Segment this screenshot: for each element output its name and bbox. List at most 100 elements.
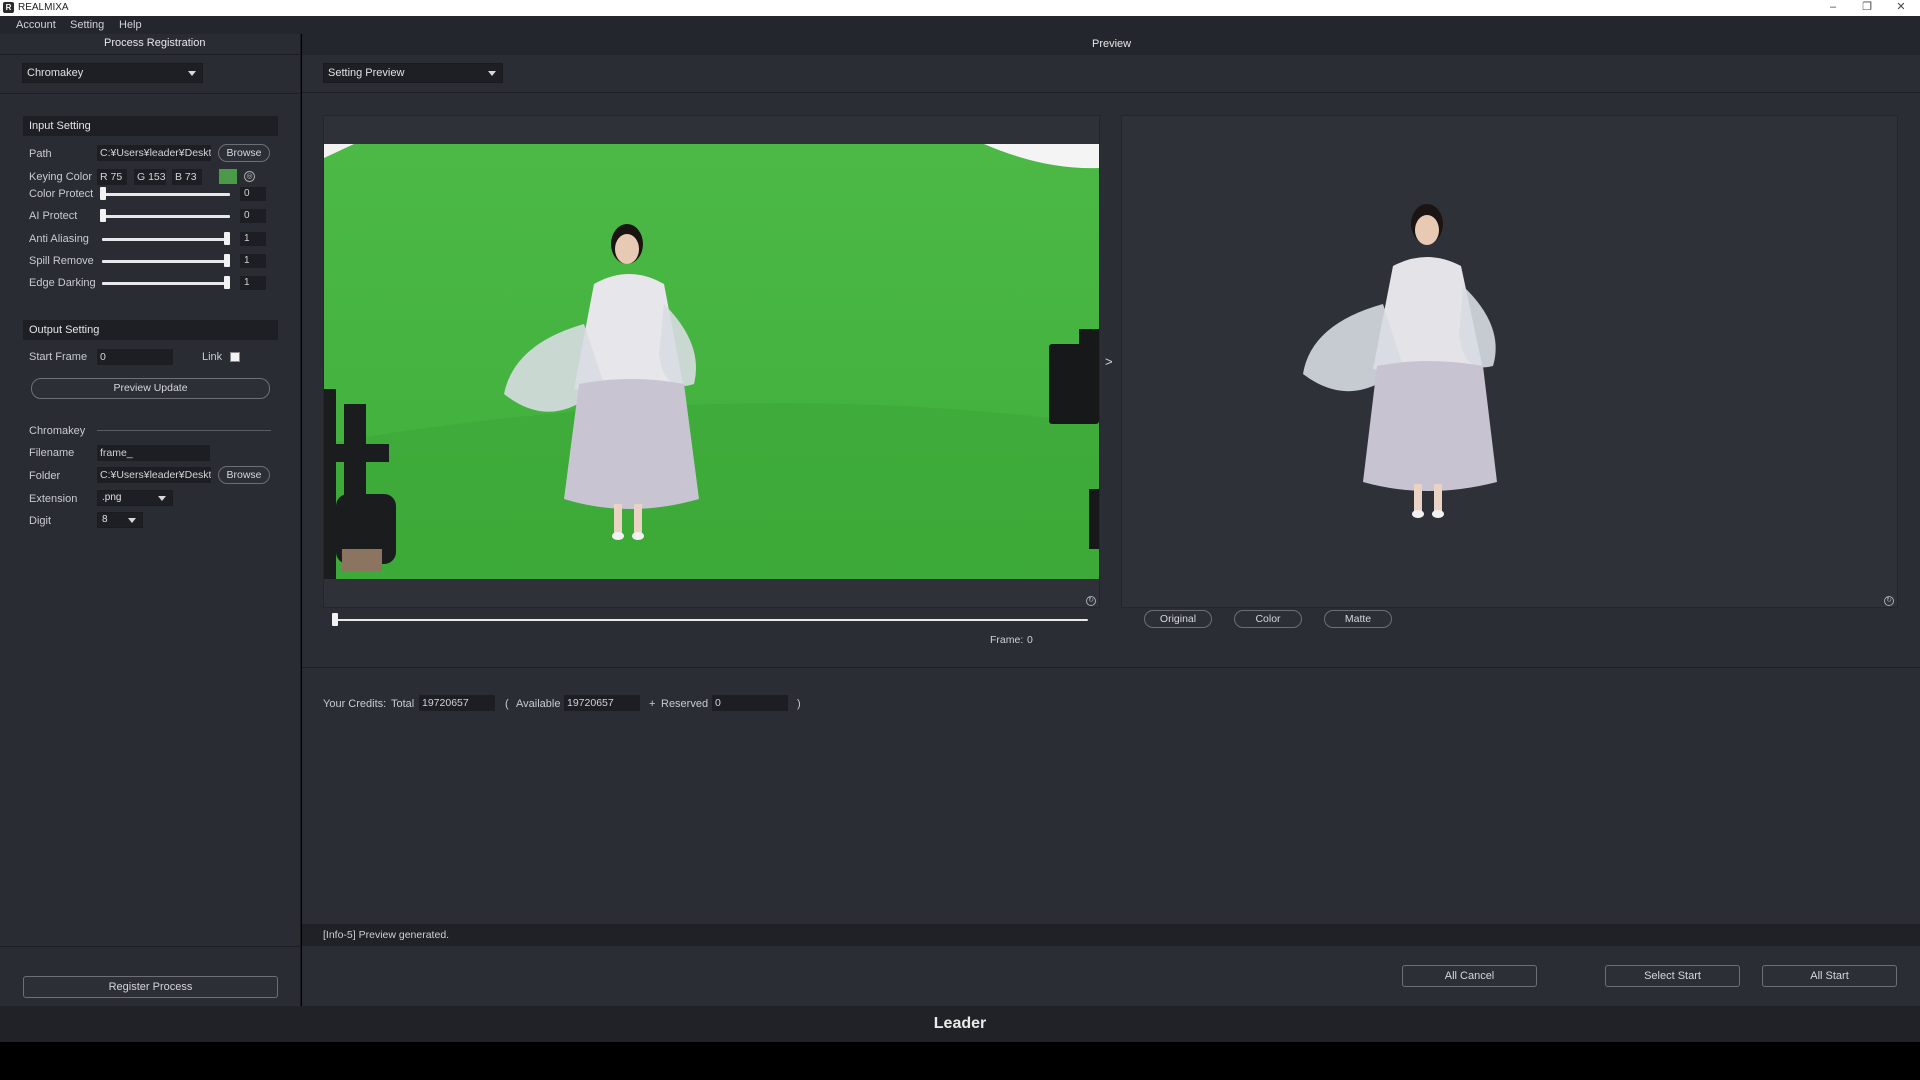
total-label: Total <box>391 698 415 710</box>
chevron-down-icon <box>188 71 196 76</box>
chevron-down-icon <box>158 496 166 501</box>
slider-label: AI Protect <box>29 210 78 222</box>
close-paren: ) <box>797 698 801 710</box>
frame-slider-track[interactable] <box>334 619 1088 621</box>
preview-header: Preview <box>302 34 1920 55</box>
available-credits-value: 19720657 <box>564 695 640 711</box>
chevron-down-icon <box>128 518 136 523</box>
extension-select[interactable]: .png <box>97 490 173 506</box>
eyedropper-icon[interactable]: ◎ <box>244 171 255 182</box>
slider-label: Color Protect <box>29 188 94 200</box>
menu-bar: Account Setting Help <box>0 16 1920 34</box>
digit-select[interactable]: 8 <box>97 512 143 528</box>
total-credits-value: 19720657 <box>419 695 495 711</box>
slider-track[interactable] <box>102 282 230 285</box>
path-label: Path <box>29 148 52 160</box>
app-icon: R <box>3 2 14 13</box>
slider-thumb[interactable] <box>224 232 230 245</box>
output-setting-heading: Output Setting <box>23 320 278 340</box>
frame-slider-thumb[interactable] <box>332 613 338 626</box>
slider-label: Spill Remove <box>29 255 94 267</box>
folder-label: Folder <box>29 470 61 482</box>
brand-bar: Leader <box>0 1006 1920 1042</box>
slider-thumb[interactable] <box>100 209 106 222</box>
slider-thumb[interactable] <box>224 276 230 289</box>
preview-mode-select[interactable]: Setting Preview <box>323 63 503 83</box>
register-process-button[interactable]: Register Process <box>23 976 278 998</box>
keying-color-label: Keying Color <box>29 171 92 183</box>
reserved-label: Reserved <box>661 698 709 710</box>
slider-label: Edge Darking <box>29 277 96 289</box>
select-start-button[interactable]: Select Start <box>1605 965 1740 987</box>
window-title-bar: R REALMIXA – ❐ ✕ <box>0 0 1920 16</box>
keying-color-swatch[interactable] <box>219 169 237 184</box>
input-setting-heading: Input Setting <box>23 116 278 136</box>
chromakey-divider <box>97 430 271 431</box>
process-registration-panel: Process Registration Chromakey Input Set… <box>0 34 301 1006</box>
link-label: Link <box>202 351 223 363</box>
frame-label: Frame: <box>990 634 1024 646</box>
chevron-down-icon <box>488 71 496 76</box>
slider-track[interactable] <box>102 260 230 263</box>
slider-thumb[interactable] <box>224 254 230 267</box>
extension-label: Extension <box>29 493 78 505</box>
folder-browse-button[interactable]: Browse <box>218 466 270 484</box>
minimize-icon[interactable]: – <box>1818 0 1848 16</box>
close-icon[interactable]: ✕ <box>1886 0 1916 16</box>
all-start-button[interactable]: All Start <box>1762 965 1897 987</box>
preview-title: Preview <box>1092 38 1132 50</box>
chromakey-label: Chromakey <box>29 425 86 437</box>
slider-track[interactable] <box>102 215 230 218</box>
extension-value: .png <box>102 492 122 503</box>
link-checkbox[interactable] <box>230 352 240 362</box>
plus-sign: + <box>649 698 656 710</box>
keying-r-field[interactable]: R 75 <box>97 169 127 185</box>
keying-g-field[interactable]: G 153 <box>134 169 166 185</box>
slider-value[interactable]: 0 <box>240 209 266 223</box>
slider-track[interactable] <box>102 238 230 241</box>
slider-value[interactable]: 1 <box>240 276 266 290</box>
filename-input[interactable]: frame_ <box>97 445 210 461</box>
slider-value[interactable]: 1 <box>240 254 266 268</box>
view-matte-button[interactable]: Matte <box>1324 610 1392 628</box>
menu-help[interactable]: Help <box>119 19 142 31</box>
view-original-button[interactable]: Original <box>1144 610 1212 628</box>
menu-setting[interactable]: Setting <box>70 19 104 31</box>
panel-title: Process Registration <box>104 37 206 49</box>
slider-value[interactable]: 0 <box>240 187 266 201</box>
refresh-icon[interactable]: ↻ <box>1086 596 1096 606</box>
slider-value[interactable]: 1 <box>240 232 266 246</box>
refresh-icon[interactable]: ↻ <box>1884 596 1894 606</box>
open-paren: ( <box>505 698 509 710</box>
status-bar: [Info-5] Preview generated. <box>302 924 1920 946</box>
result-image <box>1122 144 1897 579</box>
frame-value: 0 <box>1027 634 1033 646</box>
path-input[interactable]: C:¥Users¥leader¥Desktc <box>97 145 211 161</box>
all-cancel-button[interactable]: All Cancel <box>1402 965 1537 987</box>
digit-value: 8 <box>102 514 108 525</box>
digit-label: Digit <box>29 515 52 527</box>
credits-label: Your Credits: <box>323 698 387 710</box>
preview-mode-value: Setting Preview <box>328 67 405 79</box>
path-browse-button[interactable]: Browse <box>218 144 270 162</box>
status-message: [Info-5] Preview generated. <box>323 929 450 941</box>
folder-input[interactable]: C:¥Users¥leader¥Desktc <box>97 467 211 483</box>
brand-logo-text: Leader <box>933 1015 987 1032</box>
start-frame-input[interactable]: 0 <box>97 349 173 365</box>
preview-update-button[interactable]: Preview Update <box>31 378 270 399</box>
process-type-select[interactable]: Chromakey <box>22 63 203 83</box>
menu-account[interactable]: Account <box>16 19 56 31</box>
original-image <box>324 144 1099 579</box>
available-label: Available <box>516 698 561 710</box>
keying-b-field[interactable]: B 73 <box>172 169 202 185</box>
bottom-letterbox <box>0 1042 1920 1080</box>
arrow-right-icon: > <box>1105 354 1113 369</box>
view-color-button[interactable]: Color <box>1234 610 1302 628</box>
slider-label: Anti Aliasing <box>29 233 89 245</box>
process-type-value: Chromakey <box>27 67 84 79</box>
slider-thumb[interactable] <box>100 187 106 200</box>
start-frame-label: Start Frame <box>29 351 88 363</box>
reserved-credits-value: 0 <box>712 695 788 711</box>
slider-track[interactable] <box>102 193 230 196</box>
restore-icon[interactable]: ❐ <box>1852 0 1882 16</box>
